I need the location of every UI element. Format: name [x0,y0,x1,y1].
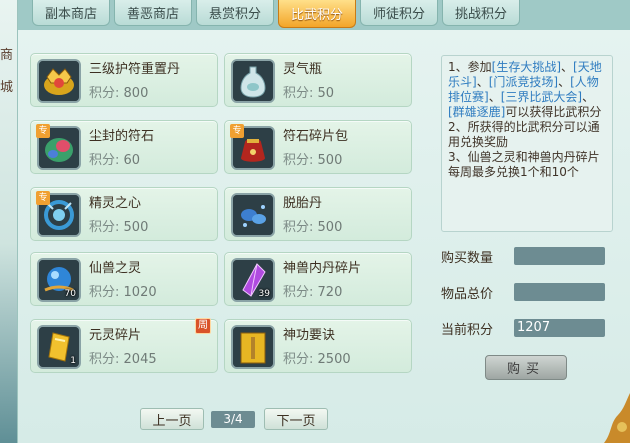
item-points-value: 800 [123,86,149,101]
item-points-value: 500 [123,220,149,235]
item-points: 积分: 800 [89,86,149,101]
skill-book-icon [231,325,275,369]
item-points: 积分: 2045 [89,352,157,367]
qty-label: 购买数量 [441,251,494,266]
shop-item[interactable]: 39 神兽内丹碎片 积分: 720 [224,252,412,306]
beast-soul-orb-icon: 70 [37,258,81,302]
rebirth-pill-icon [231,193,275,237]
corner-ornament-icon [604,393,630,443]
buy-button[interactable]: 购买 [485,355,567,380]
exclusive-badge: 专 [36,124,50,138]
info-link-heroes[interactable]: [群雄逐鹿] [448,105,505,119]
tab-bounty-points[interactable]: 悬赏积分 [196,0,274,26]
item-points: 积分: 2500 [283,352,351,367]
item-points: 积分: 50 [283,86,335,101]
item-points: 积分: 1020 [89,285,157,300]
prev-page-button[interactable]: 上一页 [140,408,204,430]
item-points-value: 720 [317,285,343,300]
item-name: 元灵碎片 [89,328,142,343]
left-strip-char: 商 [0,48,14,63]
tab-bar: 副本商店 善恶商店 悬赏积分 比武积分 师徒积分 挑战积分 [18,0,630,30]
item-points-value: 500 [317,153,343,168]
total-price-label: 物品总价 [441,287,494,302]
item-stack-count: 1 [70,356,76,366]
item-points-value: 60 [123,153,141,168]
info-line-3: 3、仙兽之灵和神兽内丹碎片每周最多兑换1个和10个 [448,150,600,179]
weekly-limit-badge: 周 [195,318,211,334]
shop-item[interactable]: 三级护符重置丹 积分: 800 [30,53,218,107]
qty-input[interactable] [514,247,605,265]
item-name: 尘封的符石 [89,129,155,144]
tab-challenge-points[interactable]: 挑战积分 [442,0,520,26]
spirit-vase-icon [231,59,275,103]
item-points: 积分: 500 [283,220,343,235]
info-link-three-realms[interactable]: [三界比武大会] [501,90,582,104]
item-points-value: 1020 [123,285,157,300]
exclusive-badge: 专 [36,191,50,205]
shop-item[interactable]: 专 尘封的符石 积分: 60 [30,120,218,174]
info-link-sect-arena[interactable]: [门派竞技场] [489,75,558,89]
item-name: 精灵之心 [89,196,142,211]
gold-shard-icon: 1 [37,325,81,369]
shop-panel: 三级护符重置丹 积分: 800 灵气瓶 积分: 50 专 尘封的符石 积分: 6… [18,30,630,443]
rules-info-box: 1、参加[生存大挑战]、[天地乐斗]、[门派竞技场]、[人物排位赛]、[三界比武… [441,55,613,232]
shop-item[interactable]: 脱胎丹 积分: 500 [224,187,412,241]
item-name: 神功要诀 [283,328,336,343]
item-name: 脱胎丹 [283,196,323,211]
shop-item[interactable]: 周 1 元灵碎片 积分: 2045 [30,318,218,373]
current-points-value: 1207 [514,319,605,337]
purple-crystal-icon: 39 [231,258,275,302]
item-points-value: 500 [317,220,343,235]
item-name: 三级护符重置丹 [89,62,181,77]
tab-arena-points[interactable]: 比武积分 [278,0,356,28]
shop-item[interactable]: 专 精灵之心 积分: 500 [30,187,218,241]
item-points: 积分: 60 [89,153,141,168]
next-page-button[interactable]: 下一页 [264,408,328,430]
exclusive-badge: 专 [230,124,244,138]
info-line-2: 2、所获得的比武积分可以通用兑换奖励 [448,120,600,149]
item-stack-count: 70 [64,289,76,299]
current-points-label: 当前积分 [441,323,494,338]
tab-dungeon-shop[interactable]: 副本商店 [32,0,110,26]
info-text: 1、参加 [448,60,492,74]
item-points: 积分: 500 [283,153,343,168]
left-strip-char: 城 [0,80,14,95]
item-name: 神兽内丹碎片 [283,261,362,276]
gold-charm-icon [37,59,81,103]
page-indicator: 3/4 [211,411,255,428]
shop-item[interactable]: 70 仙兽之灵 积分: 1020 [30,252,218,306]
shop-item[interactable]: 神功要诀 积分: 2500 [224,319,412,373]
tab-karma-shop[interactable]: 善恶商店 [114,0,192,26]
left-side-strip: 商 城 [0,0,18,443]
total-price-field [514,283,605,301]
item-points-value: 2045 [123,352,157,367]
item-points: 积分: 720 [283,285,343,300]
tab-mentor-points[interactable]: 师徒积分 [360,0,438,26]
shop-item[interactable]: 专 符石碎片包 积分: 500 [224,120,412,174]
item-stack-count: 39 [258,289,270,299]
item-name: 灵气瓶 [283,62,323,77]
item-name: 符石碎片包 [283,129,349,144]
shop-item[interactable]: 灵气瓶 积分: 50 [224,53,412,107]
info-link-survival-challenge[interactable]: [生存大挑战] [492,60,561,74]
item-points: 积分: 500 [89,220,149,235]
item-points-value: 2500 [317,352,351,367]
item-points-value: 50 [317,86,335,101]
item-name: 仙兽之灵 [89,261,142,276]
